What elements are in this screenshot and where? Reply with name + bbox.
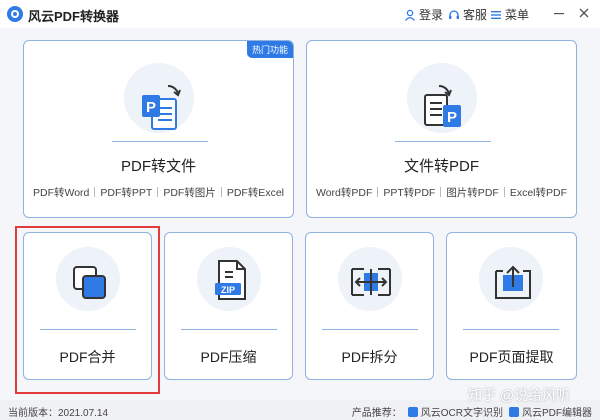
- app-logo-icon: [7, 6, 23, 22]
- product-ocr-link[interactable]: 风云OCR文字识别: [407, 404, 503, 419]
- svg-text:P: P: [447, 109, 457, 126]
- separator: [440, 187, 442, 197]
- link-word-to-pdf[interactable]: Word转PDF: [316, 187, 372, 199]
- pdf-extract-title: PDF页面提取: [469, 349, 554, 365]
- pdf-split-title: PDF拆分: [341, 349, 398, 365]
- separator: [377, 187, 379, 197]
- link-image-to-pdf[interactable]: 图片转PDF: [446, 187, 499, 199]
- minimize-icon: [554, 13, 564, 15]
- divider: [395, 141, 491, 142]
- separator: [503, 187, 505, 197]
- pdf-to-doc-icon: P: [142, 84, 181, 130]
- svg-text:P: P: [146, 99, 156, 116]
- file-to-pdf-card[interactable]: P 文件转PDF Word转PDF PPT转PDF 图片转PDF Excel转PDF: [306, 40, 577, 218]
- file-to-pdf-title: 文件转PDF: [403, 158, 479, 175]
- product-editor-label: 风云PDF编辑器: [522, 408, 592, 419]
- pdf-extract-card[interactable]: PDF页面提取: [446, 232, 577, 380]
- zip-label: ZIP: [221, 285, 235, 295]
- close-icon: [579, 8, 589, 18]
- product-recommendations: 产品推荐： 风云OCR文字识别 风云PDF编辑器: [352, 404, 592, 419]
- link-pdf-to-image[interactable]: PDF转图片: [163, 187, 216, 199]
- split-icon: [351, 268, 391, 296]
- login-label: 登录: [419, 8, 444, 22]
- zip-icon: ZIP: [215, 260, 246, 300]
- version-text: 当前版本：2021.07.14: [8, 408, 109, 419]
- minimize-button[interactable]: [550, 4, 568, 22]
- pdf-compress-card[interactable]: ZIP PDF压缩: [164, 232, 293, 380]
- divider: [181, 329, 277, 330]
- pdf-to-file-title: PDF转文件: [120, 158, 196, 175]
- extract-icon: [495, 265, 531, 299]
- login-button[interactable]: 登录: [404, 6, 443, 23]
- title-bar: 风云PDF转换器 登录 客服 菜单: [0, 0, 600, 28]
- menu-label: 菜单: [505, 8, 530, 22]
- file-to-pdf-links: Word转PDF PPT转PDF 图片转PDF Excel转PDF: [307, 185, 576, 200]
- link-excel-to-pdf[interactable]: Excel转PDF: [510, 187, 567, 199]
- pdf-compress-title: PDF压缩: [200, 349, 257, 365]
- doc-to-pdf-icon: P: [424, 84, 461, 127]
- app-title: 风云PDF转换器: [28, 9, 120, 24]
- watermark: 知乎 @说给风听: [468, 387, 571, 403]
- headset-icon: [449, 9, 459, 19]
- separator: [220, 187, 222, 197]
- selection-highlight: [15, 226, 160, 394]
- user-icon: [404, 9, 416, 21]
- products-label: 产品推荐：: [351, 408, 402, 419]
- hot-feature-badge: 热门功能: [246, 41, 293, 58]
- editor-app-icon: [509, 406, 519, 417]
- product-ocr-label: 风云OCR文字识别: [420, 408, 503, 419]
- separator: [94, 187, 96, 197]
- product-editor-link[interactable]: 风云PDF编辑器: [509, 404, 592, 419]
- divider: [112, 141, 208, 142]
- service-label: 客服: [463, 8, 488, 22]
- separator: [157, 187, 159, 197]
- menu-button[interactable]: 菜单: [490, 6, 529, 23]
- link-pdf-to-ppt[interactable]: PDF转PPT: [100, 187, 152, 199]
- menu-icon: [491, 10, 501, 19]
- service-button[interactable]: 客服: [448, 6, 487, 23]
- pdf-to-file-links: PDF转Word PDF转PPT PDF转图片 PDF转Excel: [24, 185, 293, 200]
- divider: [322, 329, 418, 330]
- ocr-app-icon: [407, 406, 418, 417]
- divider: [463, 329, 559, 330]
- link-pdf-to-word[interactable]: PDF转Word: [33, 187, 89, 199]
- pdf-split-card[interactable]: PDF拆分: [305, 232, 434, 380]
- link-pdf-to-excel[interactable]: PDF转Excel: [227, 187, 284, 199]
- pdf-to-file-card[interactable]: 热门功能 P PDF转文件 PDF转Word PDF转PPT PDF转图片 PDF转E…: [23, 40, 294, 218]
- close-button[interactable]: [575, 4, 593, 22]
- link-ppt-to-pdf[interactable]: PPT转PDF: [383, 187, 435, 199]
